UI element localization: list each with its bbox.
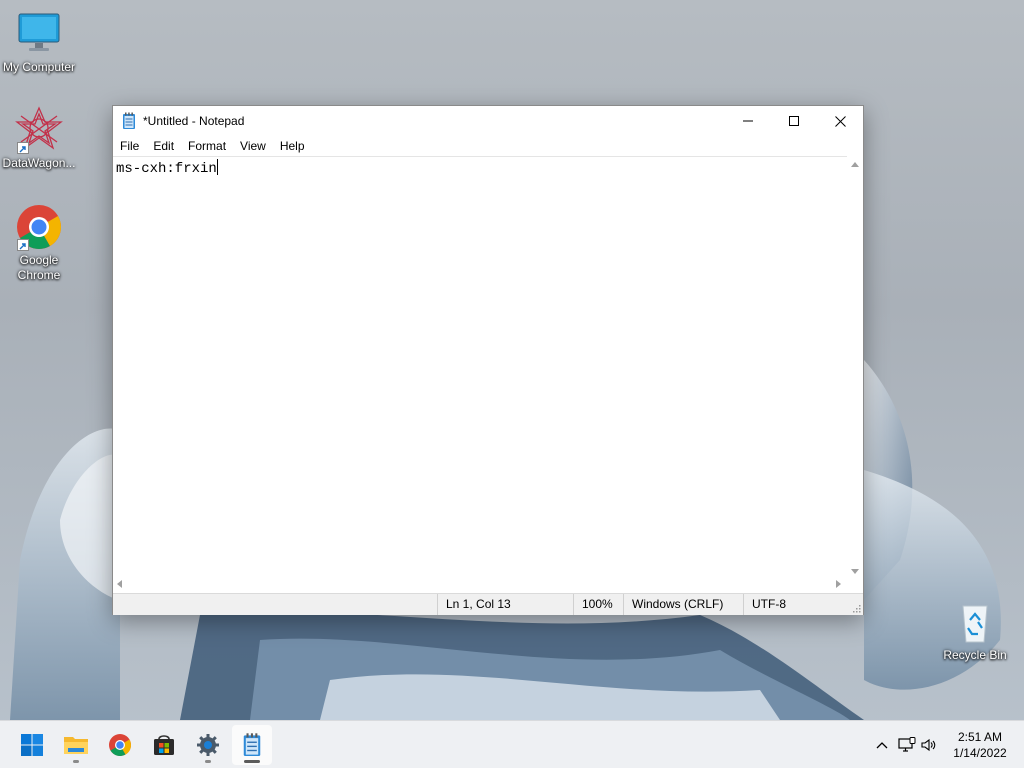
maximize-button[interactable]	[771, 106, 817, 136]
taskbar-notepad[interactable]	[232, 725, 272, 765]
notepad-icon	[243, 733, 261, 756]
desktop-icon-my-computer[interactable]: My Computer	[0, 10, 78, 75]
desktop: My Computer DataWagon... Google Chrome R…	[0, 0, 1024, 768]
desktop-icon-label: Google Chrome	[17, 253, 61, 282]
monitor-icon	[15, 10, 63, 58]
scroll-right-arrow-icon[interactable]	[836, 580, 841, 588]
scroll-down-arrow-icon[interactable]	[851, 569, 859, 574]
desktop-icon-label: Recycle Bin	[943, 648, 1007, 662]
menu-edit[interactable]: Edit	[146, 139, 181, 153]
shortcut-arrow-icon	[17, 142, 29, 154]
scroll-left-arrow-icon[interactable]	[117, 580, 122, 588]
taskbar-store[interactable]	[144, 725, 184, 765]
network-button[interactable]	[898, 737, 916, 753]
window-controls	[725, 106, 863, 136]
menu-format[interactable]: Format	[181, 139, 233, 153]
horizontal-scrollbar[interactable]	[113, 576, 847, 592]
menu-bar: File Edit Format View Help	[113, 136, 863, 156]
desktop-icon-label: DataWagon...	[2, 156, 76, 170]
speaker-icon	[921, 738, 936, 752]
settings-icon	[197, 734, 219, 756]
title-bar[interactable]: *Untitled - Notepad	[113, 106, 863, 136]
chrome-icon	[15, 203, 63, 251]
minimize-button[interactable]	[725, 106, 771, 136]
scroll-up-arrow-icon[interactable]	[851, 162, 859, 167]
system-tray: 2:51 AM 1/14/2022	[864, 721, 1024, 768]
notepad-icon	[123, 112, 135, 129]
start-button[interactable]	[12, 725, 52, 765]
desktop-icon-datawagon[interactable]: DataWagon...	[0, 106, 78, 171]
active-indicator	[244, 760, 260, 763]
start-icon	[21, 734, 43, 756]
notepad-window[interactable]: *Untitled - Notepad File Edit Format Vie…	[112, 105, 864, 615]
desktop-icon-google-chrome[interactable]: Google Chrome	[0, 203, 78, 283]
text-caret	[216, 159, 218, 175]
status-encoding: UTF-8	[743, 594, 849, 615]
desktop-icon-label: My Computer	[2, 60, 76, 74]
recycle-bin-icon	[951, 598, 999, 646]
taskbar-file-explorer[interactable]	[56, 725, 96, 765]
window-title: *Untitled - Notepad	[143, 114, 245, 128]
clock-date: 1/14/2022	[953, 746, 1007, 760]
show-hidden-icons-button[interactable]	[874, 737, 890, 753]
status-zoom: 100%	[573, 594, 623, 615]
clock[interactable]: 2:51 AM 1/14/2022	[950, 729, 1010, 761]
close-icon	[834, 115, 846, 127]
datawagon-icon	[15, 106, 63, 154]
taskbar-settings[interactable]	[188, 725, 228, 765]
vertical-scrollbar[interactable]	[847, 156, 863, 576]
chrome-icon	[109, 734, 131, 756]
running-indicator	[205, 760, 211, 763]
menu-view[interactable]: View	[233, 139, 273, 153]
shortcut-arrow-icon	[17, 239, 29, 251]
file-explorer-icon	[64, 737, 88, 754]
chevron-up-icon	[876, 742, 888, 749]
network-icon	[898, 737, 916, 752]
clock-time: 2:51 AM	[957, 730, 1003, 744]
close-button[interactable]	[817, 106, 863, 136]
store-icon	[154, 735, 174, 755]
taskbar-chrome[interactable]	[100, 725, 140, 765]
maximize-icon	[789, 116, 799, 126]
taskbar: 2:51 AM 1/14/2022	[0, 720, 1024, 768]
status-line-ending: Windows (CRLF)	[623, 594, 743, 615]
resize-grip-icon[interactable]	[851, 603, 861, 613]
volume-button[interactable]	[920, 737, 936, 753]
menu-file[interactable]: File	[113, 139, 146, 153]
desktop-icon-recycle-bin[interactable]: Recycle Bin	[936, 598, 1014, 663]
minimize-icon	[743, 120, 753, 122]
menu-help[interactable]: Help	[273, 139, 312, 153]
text-editor[interactable]: ms-cxh:frxin	[113, 156, 847, 577]
running-indicator	[73, 760, 79, 763]
editor-content: ms-cxh:frxin	[116, 159, 218, 177]
editor-text: ms-cxh:frxin	[116, 161, 217, 177]
status-bar: Ln 1, Col 13 100% Windows (CRLF) UTF-8	[113, 593, 863, 615]
status-cursor-position: Ln 1, Col 13	[437, 594, 573, 615]
